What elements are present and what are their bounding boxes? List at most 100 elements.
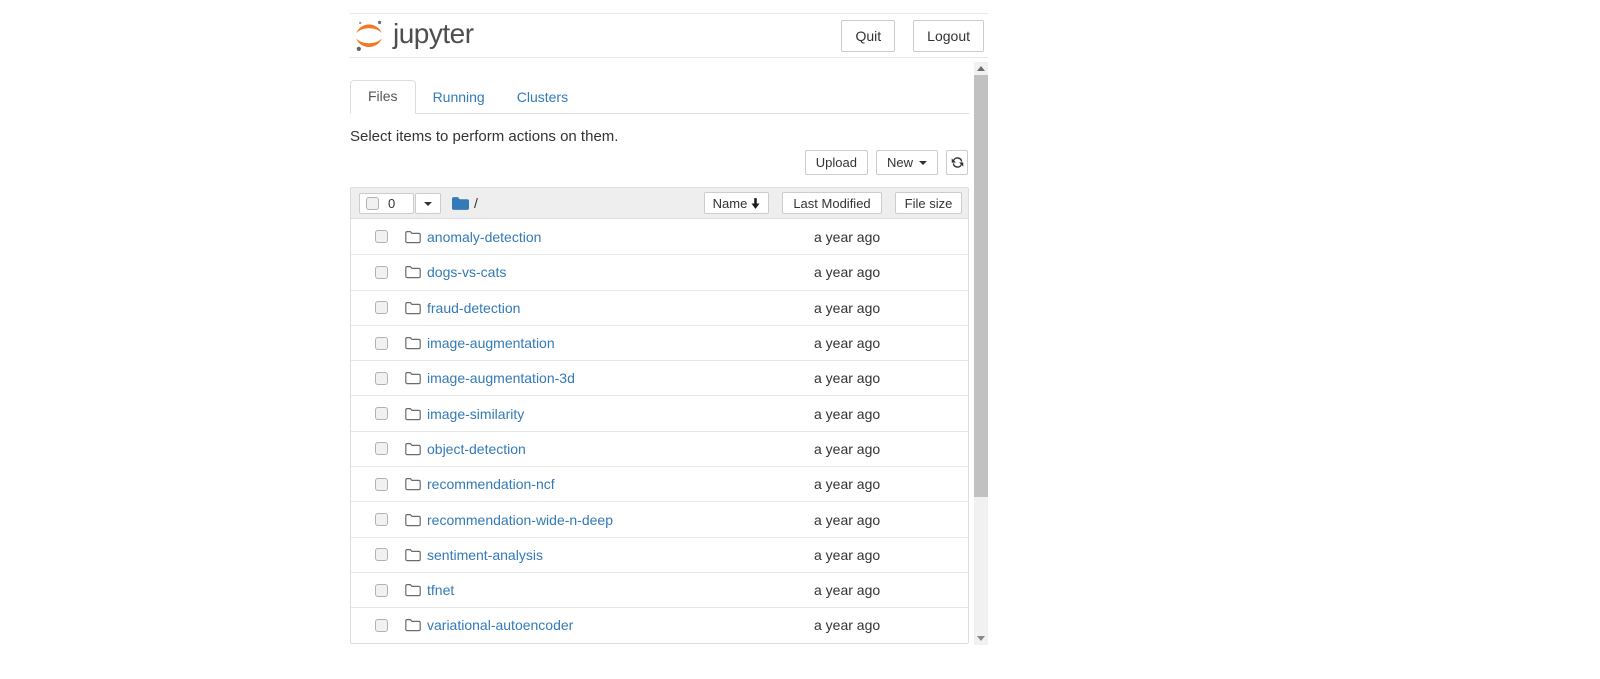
last-modified-value: a year ago bbox=[814, 476, 880, 492]
sort-name-label: Name bbox=[713, 196, 748, 211]
scrollbar-down-arrow[interactable] bbox=[974, 632, 988, 645]
last-modified-value: a year ago bbox=[814, 512, 880, 528]
folder-icon bbox=[405, 265, 421, 279]
table-row: variational-autoencoder a year ago bbox=[351, 607, 968, 642]
row-checkbox[interactable] bbox=[375, 337, 388, 350]
quit-button[interactable]: Quit bbox=[841, 20, 895, 52]
file-list-header: 0 / Name Last Modified bbox=[351, 188, 968, 219]
folder-link[interactable]: anomaly-detection bbox=[427, 229, 541, 245]
row-checkbox[interactable] bbox=[375, 619, 388, 632]
table-row: image-similarity a year ago bbox=[351, 395, 968, 430]
table-row: anomaly-detection a year ago bbox=[351, 219, 968, 254]
tab-bar: Files Running Clusters bbox=[350, 83, 969, 114]
tab-files[interactable]: Files bbox=[350, 80, 416, 114]
table-row: object-detection a year ago bbox=[351, 431, 968, 466]
folder-icon bbox=[405, 442, 421, 456]
select-all-checkbox[interactable] bbox=[366, 197, 379, 210]
folder-icon bbox=[405, 548, 421, 562]
folder-link[interactable]: recommendation-wide-n-deep bbox=[427, 512, 613, 528]
content-scroll-region: Files Running Clusters Select items to p… bbox=[350, 62, 974, 645]
folder-icon bbox=[405, 583, 421, 597]
selected-count: 0 bbox=[388, 196, 395, 211]
row-checkbox[interactable] bbox=[375, 230, 388, 243]
scrollbar[interactable] bbox=[974, 62, 988, 645]
refresh-icon bbox=[951, 156, 964, 169]
row-checkbox[interactable] bbox=[375, 372, 388, 385]
chevron-down-icon bbox=[424, 202, 432, 206]
sort-last-modified-button[interactable]: Last Modified bbox=[782, 192, 882, 214]
page-header: jupyter Quit Logout bbox=[350, 13, 988, 58]
table-row: tfnet a year ago bbox=[351, 572, 968, 607]
breadcrumb-folder-icon[interactable] bbox=[452, 196, 469, 211]
folder-icon bbox=[405, 301, 421, 315]
header-buttons: Quit Logout bbox=[841, 20, 984, 52]
last-modified-value: a year ago bbox=[814, 582, 880, 598]
row-checkbox[interactable] bbox=[375, 584, 388, 597]
row-checkbox[interactable] bbox=[375, 301, 388, 314]
folder-link[interactable]: image-augmentation bbox=[427, 335, 555, 351]
folder-link[interactable]: fraud-detection bbox=[427, 300, 520, 316]
row-checkbox[interactable] bbox=[375, 513, 388, 526]
folder-icon bbox=[405, 407, 421, 421]
jupyter-file-browser: jupyter Quit Logout Files Running Cluste… bbox=[350, 0, 988, 679]
table-row: recommendation-wide-n-deep a year ago bbox=[351, 501, 968, 536]
folder-icon bbox=[405, 513, 421, 527]
folder-link[interactable]: sentiment-analysis bbox=[427, 547, 543, 563]
row-checkbox[interactable] bbox=[375, 442, 388, 455]
last-modified-value: a year ago bbox=[814, 264, 880, 280]
select-all-box[interactable]: 0 bbox=[359, 193, 414, 214]
table-row: recommendation-ncf a year ago bbox=[351, 466, 968, 501]
refresh-button[interactable] bbox=[946, 150, 968, 175]
logout-button[interactable]: Logout bbox=[913, 20, 984, 52]
sort-name-button[interactable]: Name bbox=[704, 192, 769, 214]
last-modified-value: a year ago bbox=[814, 335, 880, 351]
table-row: fraud-detection a year ago bbox=[351, 290, 968, 325]
last-modified-value: a year ago bbox=[814, 441, 880, 457]
jupyter-logo-icon bbox=[352, 19, 386, 53]
folder-link[interactable]: dogs-vs-cats bbox=[427, 264, 506, 280]
folder-icon bbox=[405, 336, 421, 350]
folder-icon bbox=[405, 477, 421, 491]
folder-icon bbox=[405, 230, 421, 244]
select-items-hint: Select items to perform actions on them. bbox=[350, 128, 618, 145]
last-modified-value: a year ago bbox=[814, 300, 880, 316]
row-checkbox[interactable] bbox=[375, 548, 388, 561]
folder-icon bbox=[405, 618, 421, 632]
table-row: sentiment-analysis a year ago bbox=[351, 537, 968, 572]
scrollbar-thumb[interactable] bbox=[974, 75, 988, 497]
row-checkbox[interactable] bbox=[375, 266, 388, 279]
last-modified-value: a year ago bbox=[814, 370, 880, 386]
table-row: image-augmentation a year ago bbox=[351, 325, 968, 360]
tab-running[interactable]: Running bbox=[418, 82, 500, 113]
folder-link[interactable]: tfnet bbox=[427, 582, 454, 598]
folder-link[interactable]: object-detection bbox=[427, 441, 526, 457]
table-row: image-augmentation-3d a year ago bbox=[351, 360, 968, 395]
file-list: 0 / Name Last Modified bbox=[350, 187, 969, 644]
last-modified-value: a year ago bbox=[814, 617, 880, 633]
upload-button[interactable]: Upload bbox=[805, 150, 868, 175]
folder-link[interactable]: image-augmentation-3d bbox=[427, 370, 575, 386]
jupyter-logo[interactable]: jupyter bbox=[350, 19, 474, 53]
tab-clusters[interactable]: Clusters bbox=[502, 82, 583, 113]
folder-icon bbox=[405, 371, 421, 385]
last-modified-value: a year ago bbox=[814, 547, 880, 563]
row-checkbox[interactable] bbox=[375, 407, 388, 420]
file-rows: anomaly-detection a year ago dogs-vs-cat… bbox=[351, 219, 968, 643]
chevron-down-icon bbox=[919, 161, 927, 165]
last-modified-value: a year ago bbox=[814, 406, 880, 422]
new-button-label: New bbox=[887, 155, 913, 170]
select-filter-dropdown-button[interactable] bbox=[415, 193, 441, 214]
action-toolbar: Upload New bbox=[805, 150, 968, 175]
breadcrumb[interactable]: / bbox=[474, 195, 478, 211]
folder-link[interactable]: image-similarity bbox=[427, 406, 524, 422]
folder-link[interactable]: recommendation-ncf bbox=[427, 476, 555, 492]
folder-link[interactable]: variational-autoencoder bbox=[427, 617, 573, 633]
row-checkbox[interactable] bbox=[375, 478, 388, 491]
arrow-down-icon bbox=[751, 198, 760, 209]
sort-file-size-button[interactable]: File size bbox=[895, 192, 962, 214]
new-dropdown-button[interactable]: New bbox=[876, 150, 938, 175]
jupyter-logo-text: jupyter bbox=[393, 20, 474, 52]
scrollbar-up-arrow[interactable] bbox=[974, 62, 988, 75]
table-row: dogs-vs-cats a year ago bbox=[351, 254, 968, 289]
last-modified-value: a year ago bbox=[814, 229, 880, 245]
